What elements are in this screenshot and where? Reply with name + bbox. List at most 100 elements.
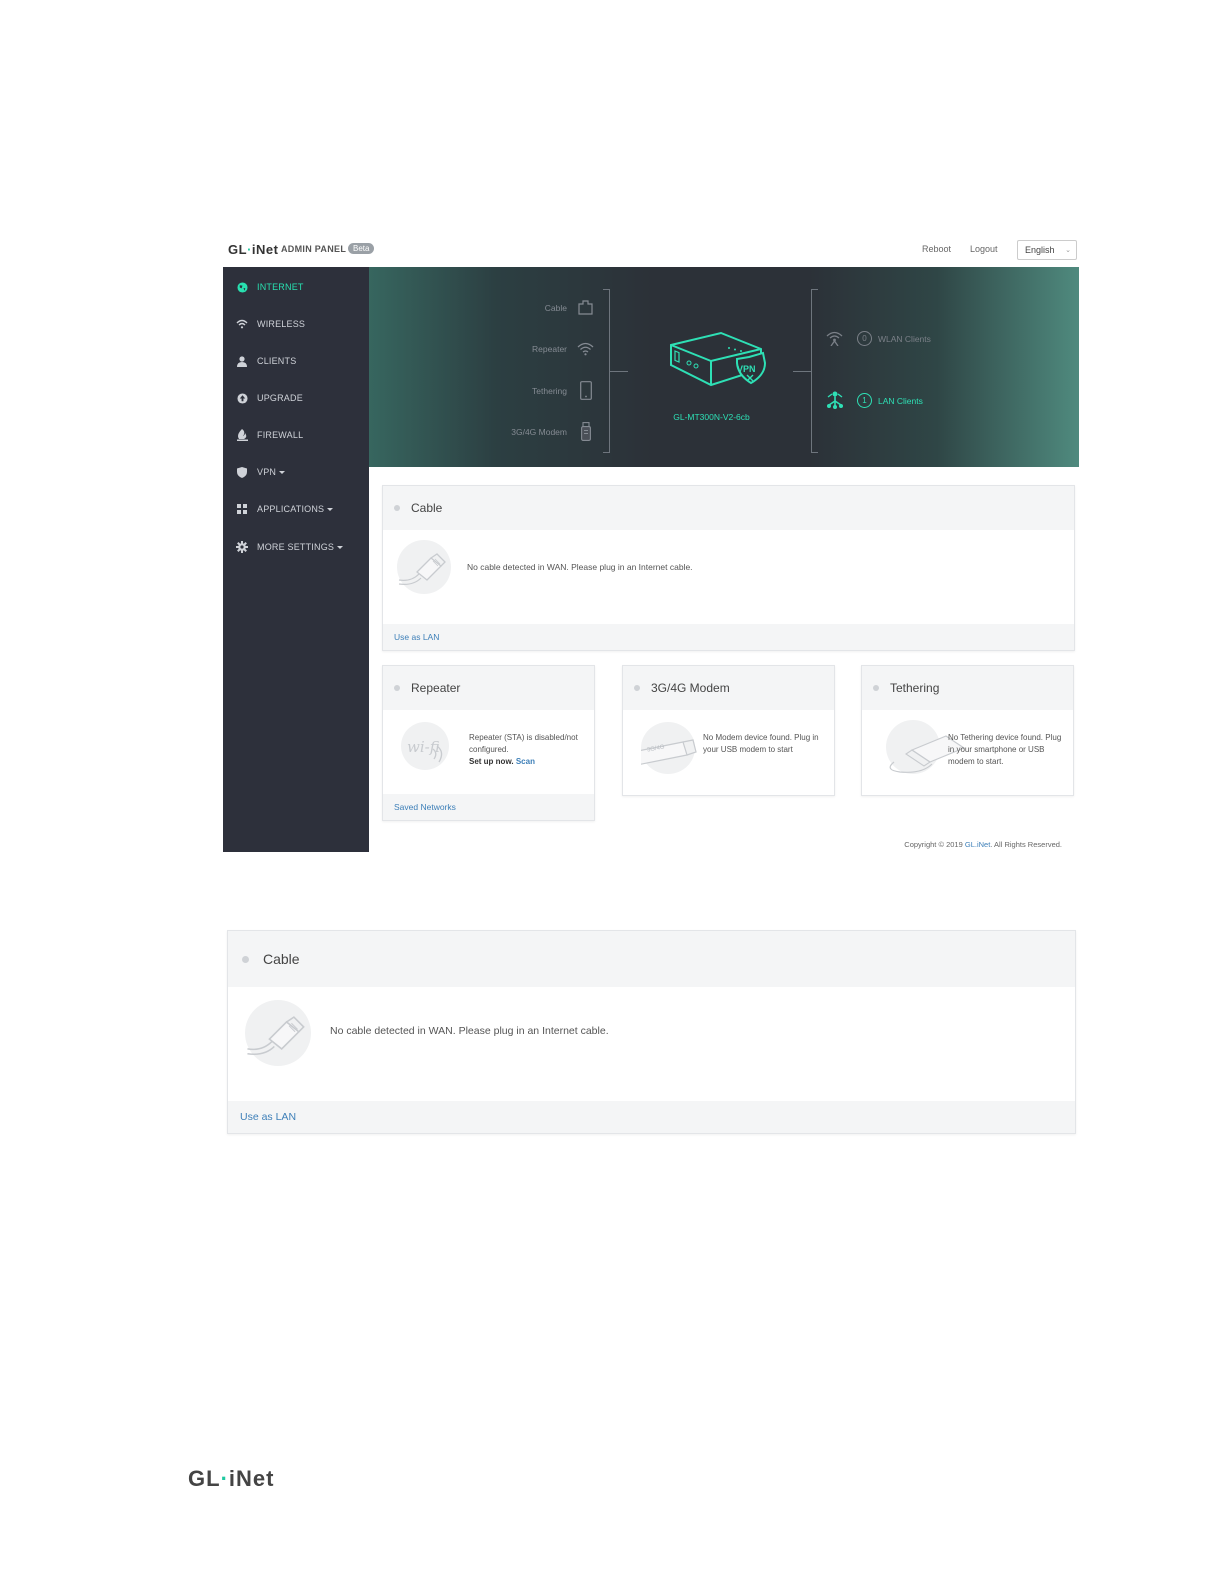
connector-line <box>793 371 811 372</box>
sidebar-item-vpn[interactable]: VPN <box>223 460 369 484</box>
lan-network-icon <box>827 391 843 414</box>
status-dot <box>634 685 640 691</box>
card-title: 3G/4G Modem <box>651 681 730 695</box>
lan-clients-label: LAN Clients <box>878 395 923 406</box>
card-header: Cable <box>228 931 1075 987</box>
upgrade-icon <box>236 392 248 404</box>
wlan-clients-label: WLAN Clients <box>878 333 931 344</box>
repeater-card: Repeater wi-fi Repeater (STA) is disable… <box>382 665 595 821</box>
wifi-illustration-icon: wi-fi <box>401 722 449 770</box>
sidebar-item-more-settings[interactable]: MORE SETTINGS <box>223 535 369 559</box>
sidebar-item-wireless[interactable]: WIRELESS <box>223 312 369 336</box>
sidebar-item-clients[interactable]: CLIENTS <box>223 349 369 373</box>
shield-icon <box>236 466 248 478</box>
logo-dot: · <box>220 1466 229 1491</box>
modem-card: 3G/4G Modem 3G/4G No Modem device found.… <box>622 665 835 796</box>
use-as-lan-link[interactable]: Use as LAN <box>394 632 439 642</box>
wlan-antenna-icon <box>825 330 844 351</box>
sidebar-item-label: WIRELESS <box>257 319 306 329</box>
chevron-down-icon <box>327 508 334 511</box>
wifi-icon <box>236 318 248 330</box>
saved-networks-link[interactable]: Saved Networks <box>394 802 456 812</box>
admin-panel-label: ADMIN PANEL <box>281 244 347 254</box>
user-icon <box>236 355 248 367</box>
globe-icon <box>236 281 248 293</box>
ethernet-port-icon[interactable] <box>578 300 593 320</box>
reboot-link[interactable]: Reboot <box>922 244 951 254</box>
gear-icon <box>236 541 248 553</box>
phone-icon[interactable] <box>580 381 592 405</box>
phone-tethering-illustration <box>886 720 966 774</box>
sidebar-item-internet[interactable]: INTERNET <box>223 275 369 299</box>
device-name: GL-MT300N-V2-6cb <box>673 412 750 422</box>
status-dot <box>242 955 249 963</box>
sidebar-item-label: INTERNET <box>257 282 304 292</box>
wlan-clients-count: 0 <box>857 331 872 346</box>
logo-text-gl: GL <box>228 242 248 257</box>
logo-text-inet: iNet <box>251 242 279 257</box>
card-title: Cable <box>411 501 443 515</box>
network-topology-banner: Cable Repeater Tethering 3G/4G Modem VPN… <box>369 267 1079 467</box>
brand-logo[interactable]: GL·iNet <box>228 242 278 257</box>
repeater-status-text: Repeater (STA) is disabled/not configure… <box>469 732 589 768</box>
source-label-3g4g-modem: 3G/4G Modem <box>511 427 567 437</box>
modem-status-message: No Modem device found. Plug in your USB … <box>703 733 819 754</box>
card-title: Cable <box>263 951 300 967</box>
cable-card-zoom: Cable No cable detected in WAN. Please p… <box>227 930 1076 1134</box>
usb-modem-icon[interactable] <box>581 422 591 446</box>
sidebar-item-label: MORE SETTINGS <box>257 542 335 552</box>
ethernet-cable-illustration <box>245 1000 311 1066</box>
card-header: Cable <box>383 486 1074 530</box>
card-title: Tethering <box>890 681 940 695</box>
copyright-text: Copyright © 2019 GL.iNet. All Rights Res… <box>840 840 1062 849</box>
copyright-prefix: Copyright © 2019 <box>904 840 963 849</box>
wifi-icon[interactable] <box>577 342 594 361</box>
sidebar: INTERNET WIRELESS CLIENTS UPGRADE FIREWA… <box>223 267 369 852</box>
source-bracket <box>603 289 610 453</box>
cable-status-message: No cable detected in WAN. Please plug in… <box>330 1025 609 1037</box>
language-value: English <box>1025 245 1055 255</box>
card-footer: Saved Networks <box>383 794 594 820</box>
client-bracket <box>811 289 818 453</box>
chevron-down-icon: ⌄ <box>1065 247 1071 254</box>
card-title: Repeater <box>411 681 461 695</box>
source-label-cable: Cable <box>544 303 567 313</box>
grid-icon <box>236 503 248 515</box>
tethering-status-message: No Tethering device found. Plug in your … <box>948 733 1062 766</box>
tethering-card: Tethering No Tethering device found. Plu… <box>861 665 1074 796</box>
chevron-down-icon <box>337 546 344 549</box>
cable-status-message: No cable detected in WAN. Please plug in… <box>467 562 693 572</box>
vpn-badge: VPN <box>737 364 756 374</box>
sidebar-item-upgrade[interactable]: UPGRADE <box>223 386 369 410</box>
language-select[interactable]: English ⌄ <box>1017 240 1077 260</box>
card-header: Tethering <box>862 666 1073 710</box>
status-dot <box>394 505 400 511</box>
card-footer: Use as LAN <box>383 624 1074 650</box>
chevron-down-icon <box>279 471 286 474</box>
connector-line <box>610 371 628 372</box>
sidebar-item-label: FIREWALL <box>257 430 304 440</box>
sidebar-item-label: VPN <box>257 467 277 477</box>
copyright-brand-link[interactable]: GL.iNet <box>965 840 990 849</box>
svg-text:wi-fi: wi-fi <box>407 738 440 756</box>
sidebar-item-firewall[interactable]: FIREWALL <box>223 423 369 447</box>
footer-brand-logo: GL·iNet <box>188 1466 274 1492</box>
wlan-clients-link[interactable]: 0 WLAN Clients <box>857 331 931 346</box>
setup-now-text: Set up now. <box>469 757 514 766</box>
lan-clients-link[interactable]: 1 LAN Clients <box>857 393 923 408</box>
sidebar-item-label: CLIENTS <box>257 356 297 366</box>
beta-badge: Beta <box>348 243 375 254</box>
card-footer: Use as LAN <box>228 1101 1075 1133</box>
sidebar-item-label: UPGRADE <box>257 393 303 403</box>
card-header: 3G/4G Modem <box>623 666 834 710</box>
lan-clients-count: 1 <box>857 393 872 408</box>
top-bar: GL·iNet ADMIN PANEL Beta Reboot Logout E… <box>223 236 1079 266</box>
sidebar-item-applications[interactable]: APPLICATIONS <box>223 497 369 521</box>
source-label-repeater: Repeater <box>532 344 567 354</box>
scan-link[interactable]: Scan <box>516 757 535 766</box>
use-as-lan-link[interactable]: Use as LAN <box>240 1111 296 1123</box>
logo-text-gl: GL <box>188 1466 221 1491</box>
cable-card: Cable No cable detected in WAN. Please p… <box>382 485 1075 651</box>
logout-link[interactable]: Logout <box>970 244 998 254</box>
repeater-status-message: Repeater (STA) is disabled/not configure… <box>469 733 578 754</box>
